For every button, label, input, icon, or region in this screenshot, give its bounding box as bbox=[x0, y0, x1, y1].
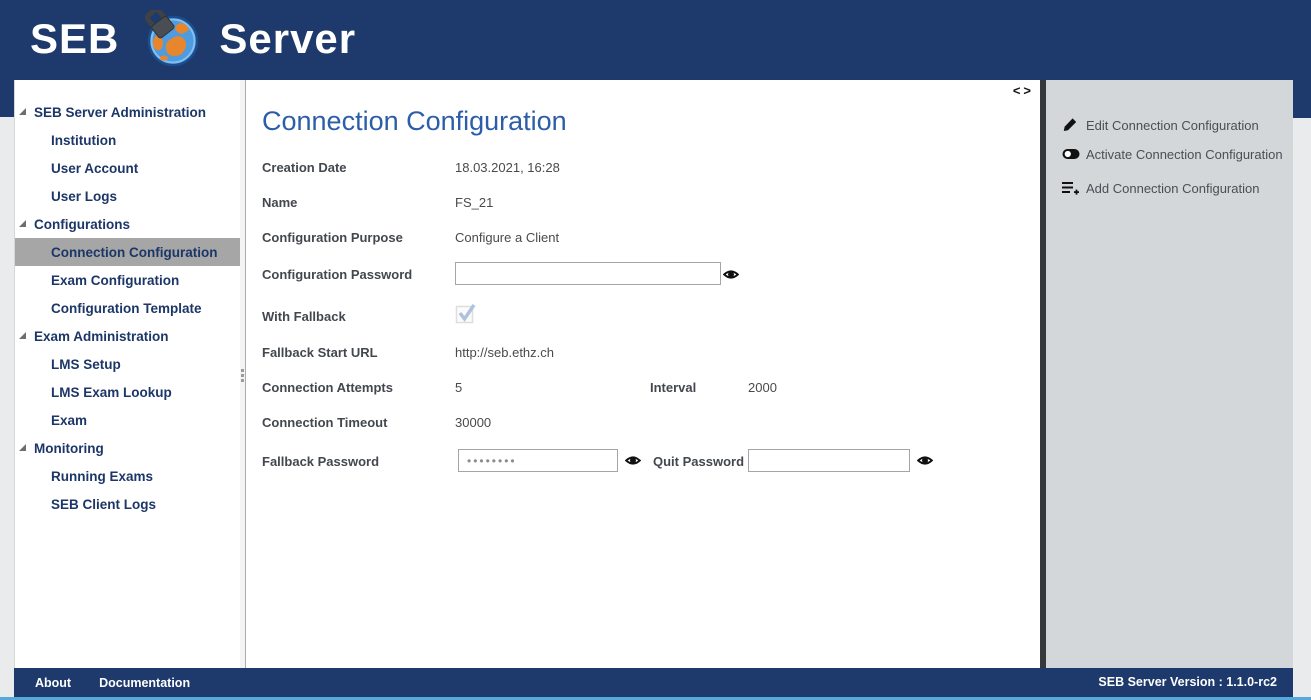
sidebar-item-running-exams[interactable]: Running Exams bbox=[15, 462, 241, 490]
logo-text-seb: SEB bbox=[30, 15, 119, 63]
connection-attempts-label: Connection Attempts bbox=[262, 380, 393, 395]
sidebar-item-seb-client-logs[interactable]: SEB Client Logs bbox=[15, 490, 241, 518]
with-fallback-label: With Fallback bbox=[262, 309, 346, 324]
quit-password-label: Quit Password bbox=[653, 454, 744, 469]
creation-date-value: 18.03.2021, 16:28 bbox=[455, 160, 560, 175]
actions-panel: Edit Connection Configuration Activate C… bbox=[1046, 80, 1293, 668]
configuration-purpose-value: Configure a Client bbox=[455, 230, 559, 245]
sidebar-item-lms-exam-lookup[interactable]: LMS Exam Lookup bbox=[15, 378, 241, 406]
logo-text-server: Server bbox=[219, 15, 356, 63]
sidebar-item-lms-setup[interactable]: LMS Setup bbox=[15, 350, 241, 378]
sidebar-item-user-logs[interactable]: User Logs bbox=[15, 182, 241, 210]
sidebar-item-configurations[interactable]: Configurations bbox=[15, 210, 241, 238]
header-corner-left bbox=[0, 80, 14, 117]
app-logo: SEB Server bbox=[30, 10, 356, 68]
sidebar-item-monitoring[interactable]: Monitoring bbox=[15, 434, 241, 462]
toggle-icon bbox=[1062, 146, 1080, 162]
main-content: <> Connection Configuration Creation Dat… bbox=[246, 80, 1040, 668]
quit-password-input[interactable] bbox=[748, 449, 910, 472]
sidebar-item-configuration-template[interactable]: Configuration Template bbox=[15, 294, 241, 322]
pencil-icon bbox=[1062, 117, 1080, 133]
sidebar-item-seb-server-administration[interactable]: SEB Server Administration bbox=[15, 98, 241, 126]
tree-expand-icon[interactable] bbox=[19, 220, 26, 227]
show-quit-password-icon[interactable] bbox=[917, 453, 933, 468]
configuration-purpose-label: Configuration Purpose bbox=[262, 230, 403, 245]
with-fallback-checkbox[interactable] bbox=[455, 302, 481, 324]
fallback-password-input[interactable] bbox=[458, 449, 618, 472]
fallback-start-url-label: Fallback Start URL bbox=[262, 345, 378, 360]
configuration-password-input[interactable] bbox=[455, 262, 721, 285]
edit-connection-configuration-action[interactable]: Edit Connection Configuration bbox=[1046, 116, 1293, 134]
version-text: SEB Server Version : 1.1.0-rc2 bbox=[1098, 668, 1277, 697]
tree-expand-icon[interactable] bbox=[19, 108, 26, 115]
sash-grip-icon bbox=[241, 367, 244, 384]
name-label: Name bbox=[262, 195, 297, 210]
show-fallback-password-icon[interactable] bbox=[625, 453, 641, 468]
sidebar-item-institution[interactable]: Institution bbox=[15, 126, 241, 154]
sidebar-item-exam[interactable]: Exam bbox=[15, 406, 241, 434]
documentation-link[interactable]: Documentation bbox=[99, 676, 190, 690]
navigation-tree: SEB Server Administration Institution Us… bbox=[15, 98, 241, 518]
name-value: FS_21 bbox=[455, 195, 493, 210]
globe-padlock-icon bbox=[143, 10, 201, 68]
add-list-icon bbox=[1062, 180, 1080, 196]
page-title: Connection Configuration bbox=[262, 106, 567, 137]
scroll-right-icon[interactable]: > bbox=[1023, 83, 1034, 98]
interval-value: 2000 bbox=[748, 380, 777, 395]
creation-date-label: Creation Date bbox=[262, 160, 347, 175]
navigation-sidebar: SEB Server Administration Institution Us… bbox=[14, 80, 240, 668]
scroll-left-icon[interactable]: < bbox=[1013, 83, 1024, 98]
fallback-start-url-value: http://seb.ethz.ch bbox=[455, 345, 554, 360]
connection-timeout-label: Connection Timeout bbox=[262, 415, 387, 430]
configuration-password-label: Configuration Password bbox=[262, 267, 412, 282]
fallback-password-label: Fallback Password bbox=[262, 454, 379, 469]
connection-attempts-value: 5 bbox=[455, 380, 462, 395]
app-footer: About Documentation SEB Server Version :… bbox=[14, 668, 1293, 697]
app-header: SEB Server bbox=[0, 0, 1311, 80]
about-link[interactable]: About bbox=[35, 676, 71, 690]
activate-connection-configuration-action[interactable]: Activate Connection Configuration bbox=[1046, 145, 1293, 163]
sidebar-item-exam-configuration[interactable]: Exam Configuration bbox=[15, 266, 241, 294]
tree-expand-icon[interactable] bbox=[19, 444, 26, 451]
seb-server-app: SEB Server SEB Server Administration bbox=[0, 0, 1311, 700]
sidebar-item-user-account[interactable]: User Account bbox=[15, 154, 241, 182]
tree-expand-icon[interactable] bbox=[19, 332, 26, 339]
add-connection-configuration-action[interactable]: Add Connection Configuration bbox=[1046, 179, 1293, 197]
sidebar-item-connection-configuration[interactable]: Connection Configuration bbox=[15, 238, 241, 266]
show-password-icon[interactable] bbox=[723, 267, 739, 282]
connection-timeout-value: 30000 bbox=[455, 415, 491, 430]
interval-label: Interval bbox=[650, 380, 696, 395]
content-scroll-arrows[interactable]: <> bbox=[1013, 83, 1034, 98]
sidebar-item-exam-administration[interactable]: Exam Administration bbox=[15, 322, 241, 350]
